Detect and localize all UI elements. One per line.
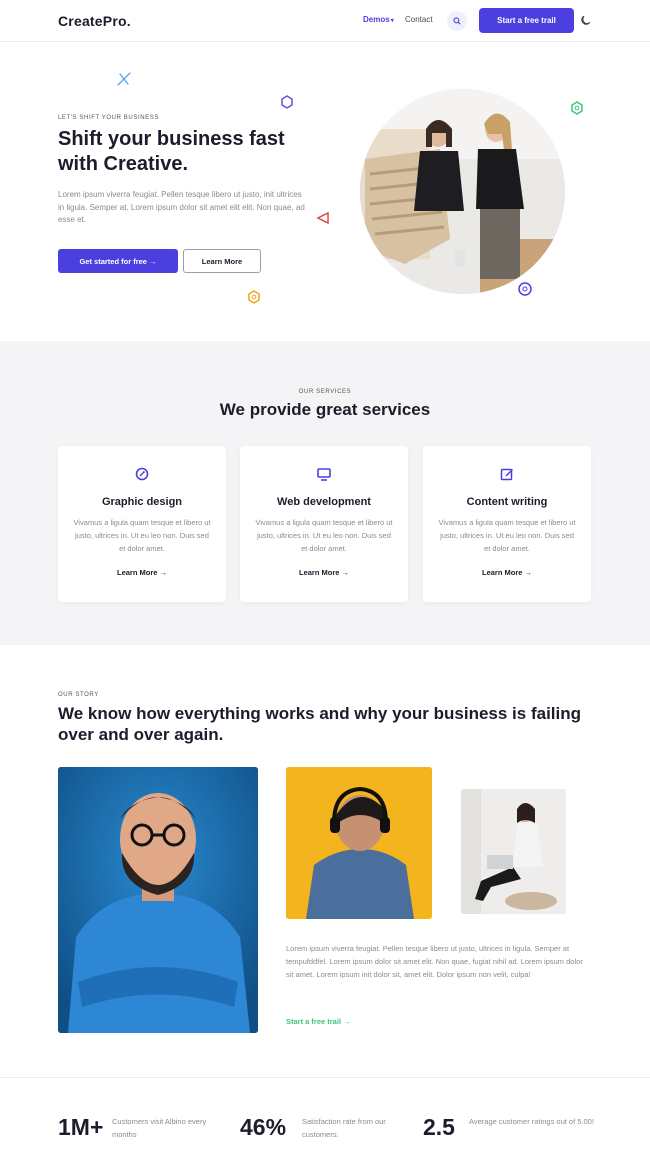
hero-section: LET'S SHIFT YOUR BUSINESS Shift your bus… [0,43,650,341]
service-card-text: Vivamus a ligula quam tesque et libero u… [255,518,393,553]
service-card-title: Content writing [466,496,548,508]
rocket-icon [135,467,149,481]
service-card-web-development: Web development Vivamus a ligula quam te… [240,446,408,602]
get-started-button[interactable]: Get started for free → [58,249,178,273]
nav-demos[interactable]: Demos▾ [363,15,394,24]
services-kicker: OUR SERVICES [298,389,352,395]
story-title: We know how everything works and why you… [58,704,582,744]
moon-icon[interactable] [580,14,592,26]
service-card-title: Graphic design [101,496,183,508]
nav-contact[interactable]: Contact [405,15,433,24]
brand-logo[interactable]: CreatePro. [58,13,131,29]
service-card-link[interactable]: Learn More → [58,568,226,577]
sparkle-deco-icon [117,72,131,86]
hexagon-orange-deco-icon [248,290,260,304]
stat-label: Satisfaction rate from our customers. [302,1117,386,1139]
hero-text: Lorem ipsum viverra feugiat. Pellen tesq… [58,190,305,224]
services-section: OUR SERVICES We provide great services G… [0,341,650,645]
story-text: Lorem ipsum viverra feugiat. Pellen tesq… [286,944,583,979]
stats-bar: 1M+ Customers visit Albino every months … [0,1077,650,1171]
service-card-text: Vivamus a ligula quam tesque et libero u… [438,518,576,553]
circle-deco-icon [518,282,532,296]
search-icon [453,17,461,25]
chevron-down-icon: ▾ [390,18,394,24]
service-card-title: Web development [277,496,371,508]
hero-kicker: LET'S SHIFT YOUR BUSINESS [58,115,159,121]
service-card-graphic-design: Graphic design Vivamus a ligula quam tes… [58,446,226,602]
learn-more-button[interactable]: Learn More [183,249,261,273]
hexagon-green-deco-icon [571,101,583,115]
service-card-link[interactable]: Learn More → [240,568,408,577]
story-kicker: OUR STORY [58,692,99,698]
stat-label: Customers visit Albino every months [112,1117,207,1139]
triangle-deco-icon [316,211,329,225]
nav-demos-label: Demos [363,15,390,24]
start-trial-button[interactable]: Start a free trail [479,8,574,33]
search-button[interactable] [447,11,467,31]
photo-woman-laptop [461,789,566,914]
stat-value: 2.5 [423,1114,455,1140]
portrait-photo-man [58,767,258,1033]
services-title: We provide great services [219,400,431,419]
hero-title: Shift your business fast with Creative. [58,128,285,175]
service-card-link[interactable]: Learn More → [423,568,591,577]
stat-value: 1M+ [58,1114,104,1140]
service-card-content-writing: Content writing Vivamus a ligula quam te… [423,446,591,602]
stat-label: Average customer ratings out of 5.00! [469,1117,594,1126]
hero-team-photo [360,89,565,294]
edit-icon [500,468,513,481]
service-card-text: Vivamus a ligula quam tesque et libero u… [73,518,211,553]
site-header: CreatePro. Demos▾ Contact Start a free t… [0,0,650,42]
monitor-icon [317,468,331,481]
story-trial-link[interactable]: Start a free trail → [286,1017,351,1026]
photo-man-headphones [286,767,432,919]
hexagon-deco-icon [281,95,293,109]
stat-value: 46% [240,1114,287,1140]
